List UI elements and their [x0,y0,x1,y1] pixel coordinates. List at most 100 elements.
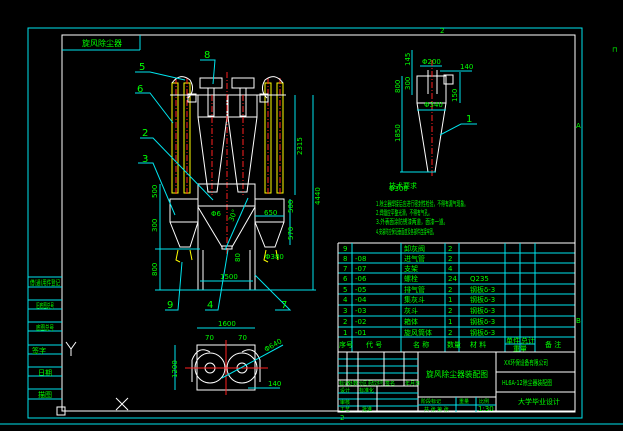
cell-no: 1 [343,329,347,337]
cell-no: 2 [343,318,347,326]
callout-5: 5 [139,62,145,73]
plan-dim-70-right: 70 [238,334,247,342]
cell-name: 进气管 [404,254,425,263]
dim-phi6: Φ6 [211,210,222,218]
side-dim-145: 145 [404,53,412,66]
table-row: 7 -07 支架 4 [343,264,453,273]
cell-name: 灰斗 [404,306,418,315]
company-name: XX环保设备有限公司 [504,358,548,367]
cell-no: 3 [343,307,347,315]
rev-header: 更改文件号 [368,380,383,387]
rev-header: 年月日 [405,380,420,387]
header-qty: 数量 [447,340,461,349]
cell-material: 钢板δ-3 [470,295,495,304]
parts-list-grid [337,242,576,353]
table-row: 4 -04 集灰斗 1 钢板δ-3 [343,295,495,304]
school-name: 大学毕业设计 [518,397,560,406]
side-dim-800: 800 [394,80,402,93]
left-column-label: 签字 [32,346,46,355]
dim-500-right: 500 [287,200,295,213]
left-column-label: 描图 [38,390,52,399]
plan-dim-140: 140 [268,380,281,388]
cell-qty: 4 [448,265,453,273]
header-material: 材 料 [470,340,486,349]
side-dim-phi340: Φ340 [424,101,443,109]
zone-label-bottom: 2 [340,414,344,422]
note-line: 1.除尘器焊接后应进行密封性检验，不得有漏气现象。 [376,199,468,208]
callout-3: 3 [142,154,148,165]
dim-2315: 2315 [296,137,304,155]
callout-2: 2 [142,128,148,139]
cell-code: -04 [355,296,367,304]
note-line: 3.外表面涂防锈漆两道，面漆一道。 [376,217,448,226]
callout-4: 4 [207,300,213,311]
table-row: 2 -02 箱体 1 钢板δ-3 [343,317,495,326]
dim-570: 570 [287,227,295,240]
dim-800: 800 [151,263,159,276]
signature-label: 设计 [340,387,350,394]
header-unit: 单件 [506,336,520,345]
cell-code: -01 [355,329,366,337]
cell-code: -07 [355,265,366,273]
dim-1500: 1500 [220,273,238,281]
side-dim-150: 150 [451,89,459,102]
dim-300: 300 [151,219,159,232]
cell-no: 9 [343,245,347,253]
drawing-name: 旋风除尘器装配图 [426,369,488,379]
side-dim-300: 300 [404,77,412,90]
cell-name: 螺栓 [404,274,418,283]
cell-qty: 2 [448,245,452,253]
stage-label: 阶段标记 [421,398,441,405]
cell-qty: 2 [448,286,452,294]
table-row: 1 -01 旋风筒体 2 钢板δ-3 [343,328,495,337]
callout-6: 6 [137,84,143,95]
cell-material: 钢板δ-3 [470,317,495,326]
cell-no: 7 [343,265,347,273]
side-dim-1850: 1850 [394,124,402,142]
plan-view[interactable] [174,327,284,395]
zone-label-a: A [576,122,581,130]
plan-dim-1600: 1600 [218,320,236,328]
header-remark: 备 注 [545,340,561,349]
plan-dim-70-left: 70 [205,334,214,342]
cell-no: 8 [343,255,347,263]
cell-material: Q235 [470,275,489,283]
cell-name: 集灰斗 [404,295,425,304]
header-total: 总计 [521,336,535,345]
left-column-label: 底图总号 [36,323,54,332]
cell-material: 钢板δ-3 [470,285,495,294]
cell-material: 钢板δ-3 [470,306,495,315]
cell-name: 箱体 [404,317,418,326]
cell-qty: 2 [448,329,452,337]
dim-500: 500 [151,185,159,198]
signature-label: 工艺 [340,407,350,413]
callout-1: 1 [466,114,472,125]
cell-qty: 1 [448,296,452,304]
callout-7: 7 [281,300,287,311]
cell-code: -05 [355,286,366,294]
zone-label-b: B [576,317,581,325]
plan-dim-phi640: Φ640 [263,337,283,353]
header-name: 名 称 [413,340,429,349]
cad-drawing-canvas[interactable]: 旋风除尘器 2 2 A B ⊓ 借(通)用件登记 旧底图总号 底图总号 签字 日… [0,0,623,431]
cell-qty: 2 [448,255,452,263]
dim-80: 80 [234,253,242,262]
frame-title: 旋风除尘器 [82,38,122,48]
callout-8: 8 [204,50,210,61]
table-row: 6 -06 螺栓 24 Q235 [343,274,489,283]
zone-label-top: 2 [440,27,444,35]
cell-no: 5 [343,286,347,294]
header-code: 代 号 [366,340,382,349]
signature-label: 批准 [362,406,372,413]
cell-qty: 24 [448,275,457,283]
sheet-label: 共 张 第 张 [424,406,449,413]
scale-label: 比例 [479,398,489,405]
plan-dim-1200: 1200 [171,360,179,378]
cell-code: -08 [355,255,366,263]
notes-heading: 技术要求 [389,181,417,190]
signature-label: 审核 [340,399,350,406]
cell-no: 6 [343,275,348,283]
cell-name: 排气管 [404,285,425,294]
cell-name: 卸灰阀 [404,244,425,253]
table-row: 3 -03 灰斗 2 钢板δ-3 [343,306,495,315]
